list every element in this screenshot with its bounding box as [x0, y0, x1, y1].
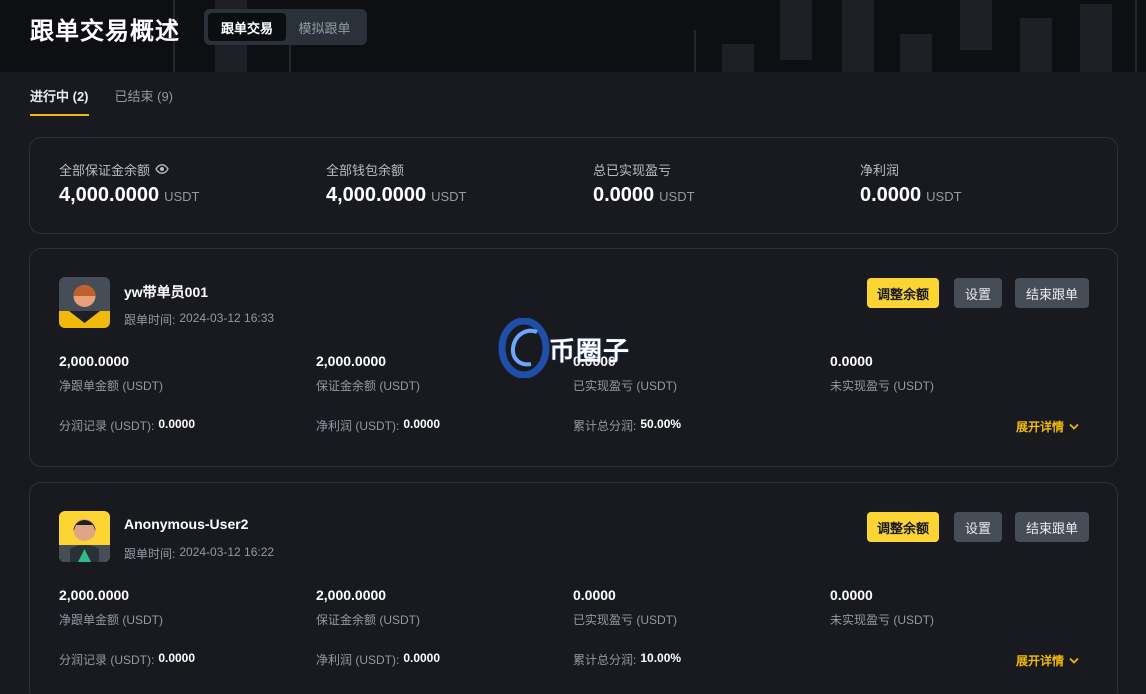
detail-total-profit-share: 累计总分润: 10.00%: [573, 651, 681, 668]
detail-total-profit-share: 累计总分润: 50.00%: [573, 417, 681, 434]
summary-margin-balance: 全部保证金余额 4,000.0000 USDT: [59, 160, 200, 207]
metric-label: 未实现盈亏 (USDT): [830, 379, 934, 393]
follow-time-value: 2024-03-12 16:33: [179, 311, 275, 325]
summary-unit: USDT: [659, 189, 695, 204]
detail-value: 0.0000: [403, 651, 441, 665]
detail-label: 分润记录 (USDT):: [59, 653, 155, 667]
detail-label: 累计总分润:: [573, 419, 637, 433]
eye-icon[interactable]: [155, 164, 169, 174]
summary-unit: USDT: [926, 189, 962, 204]
metric-label: 未实现盈亏 (USDT): [830, 613, 934, 627]
tab-ended[interactable]: 已结束 (9): [115, 86, 174, 116]
metric-value: 0.0000: [573, 353, 616, 369]
metric-net-copy-amount: 2,000.0000 净跟单金额 (USDT): [59, 587, 163, 628]
follow-time: 跟单时间: 2024-03-12 16:33: [124, 311, 274, 328]
mode-switch: 跟单交易 模拟跟单: [204, 9, 367, 45]
copy-trade-card: yw带单员001 跟单时间: 2024-03-12 16:33 调整余额 设置 …: [29, 248, 1118, 467]
trader-username: yw带单员001: [124, 284, 209, 300]
summary-label: 全部钱包余额: [326, 162, 405, 178]
summary-label: 净利润: [860, 162, 900, 178]
summary-value: 4,000.0000: [59, 184, 160, 206]
follow-time-label: 跟单时间:: [124, 547, 176, 561]
detail-net-profit: 净利润 (USDT): 0.0000: [316, 651, 440, 668]
metric-value: 2,000.0000: [59, 587, 130, 603]
detail-profit-share-record: 分润记录 (USDT): 0.0000: [59, 417, 195, 434]
detail-label: 分润记录 (USDT):: [59, 419, 155, 433]
copy-trade-card: Anonymous-User2 跟单时间: 2024-03-12 16:22 调…: [29, 482, 1118, 694]
metric-margin-balance: 2,000.0000 保证金余额 (USDT): [316, 587, 420, 628]
avatar: [59, 277, 110, 328]
adjust-balance-button[interactable]: 调整余额: [867, 512, 939, 542]
metric-value: 2,000.0000: [316, 353, 387, 369]
metric-label: 保证金余额 (USDT): [316, 379, 420, 393]
detail-value: 50.00%: [640, 417, 682, 431]
trader-avatar-icon: [59, 277, 110, 328]
page-title: 跟单交易概述: [30, 18, 180, 45]
end-copy-button[interactable]: 结束跟单: [1015, 278, 1089, 308]
metric-realized-pnl: 0.0000 已实现盈亏 (USDT): [573, 353, 677, 394]
summary-wallet-balance: 全部钱包余额 4,000.0000 USDT: [326, 160, 467, 207]
follow-time: 跟单时间: 2024-03-12 16:22: [124, 545, 274, 562]
detail-value: 0.0000: [403, 417, 441, 431]
metric-label: 已实现盈亏 (USDT): [573, 613, 677, 627]
metric-label: 已实现盈亏 (USDT): [573, 379, 677, 393]
summary-value: 0.0000: [860, 184, 922, 206]
metric-value: 2,000.0000: [316, 587, 387, 603]
metric-value: 0.0000: [573, 587, 616, 603]
follow-time-value: 2024-03-12 16:22: [179, 545, 275, 559]
expand-details-button[interactable]: 展开详情: [1016, 652, 1079, 669]
settings-button[interactable]: 设置: [954, 278, 1002, 308]
detail-value: 0.0000: [158, 417, 196, 431]
expand-details-label: 展开详情: [1016, 420, 1065, 434]
metric-unrealized-pnl: 0.0000 未实现盈亏 (USDT): [830, 587, 934, 628]
metric-value: 0.0000: [830, 353, 873, 369]
detail-label: 净利润 (USDT):: [316, 419, 400, 433]
avatar: [59, 511, 110, 562]
follow-time-label: 跟单时间:: [124, 313, 176, 327]
trader-username: Anonymous-User2: [124, 516, 249, 532]
chevron-down-icon: [1069, 657, 1079, 664]
metric-margin-balance: 2,000.0000 保证金余额 (USDT): [316, 353, 420, 394]
mode-copy-trading-tab[interactable]: 跟单交易: [208, 13, 286, 41]
detail-value: 0.0000: [158, 651, 196, 665]
summary-realized-pnl: 总已实现盈亏 0.0000 USDT: [593, 160, 695, 207]
detail-label: 累计总分润:: [573, 653, 637, 667]
detail-value: 10.00%: [640, 651, 682, 665]
detail-net-profit: 净利润 (USDT): 0.0000: [316, 417, 440, 434]
summary-label: 全部保证金余额: [59, 162, 151, 178]
trader-avatar-icon: [59, 511, 110, 562]
end-copy-button[interactable]: 结束跟单: [1015, 512, 1089, 542]
settings-button[interactable]: 设置: [954, 512, 1002, 542]
detail-label: 净利润 (USDT):: [316, 653, 400, 667]
summary-value: 0.0000: [593, 184, 655, 206]
metric-value: 0.0000: [830, 587, 873, 603]
status-tabs: 进行中 (2) 已结束 (9): [30, 86, 173, 116]
summary-label: 总已实现盈亏: [593, 162, 672, 178]
summary-net-profit: 净利润 0.0000 USDT: [860, 160, 962, 207]
expand-details-label: 展开详情: [1016, 654, 1065, 668]
metric-realized-pnl: 0.0000 已实现盈亏 (USDT): [573, 587, 677, 628]
tab-in-progress[interactable]: 进行中 (2): [30, 86, 89, 116]
expand-details-button[interactable]: 展开详情: [1016, 418, 1079, 435]
chevron-down-icon: [1069, 423, 1079, 430]
adjust-balance-button[interactable]: 调整余额: [867, 278, 939, 308]
metric-unrealized-pnl: 0.0000 未实现盈亏 (USDT): [830, 353, 934, 394]
summary-unit: USDT: [164, 189, 200, 204]
metric-label: 净跟单金额 (USDT): [59, 613, 163, 627]
metric-label: 保证金余额 (USDT): [316, 613, 420, 627]
metric-value: 2,000.0000: [59, 353, 130, 369]
detail-profit-share-record: 分润记录 (USDT): 0.0000: [59, 651, 195, 668]
metric-net-copy-amount: 2,000.0000 净跟单金额 (USDT): [59, 353, 163, 394]
summary-panel: 全部保证金余额 4,000.0000 USDT 全部钱包余额 4,000.000…: [29, 137, 1118, 234]
page-header: 跟单交易概述 跟单交易 模拟跟单: [0, 0, 1146, 72]
summary-unit: USDT: [431, 189, 467, 204]
metric-label: 净跟单金额 (USDT): [59, 379, 163, 393]
summary-value: 4,000.0000: [326, 184, 427, 206]
mode-demo-copy-tab[interactable]: 模拟跟单: [286, 13, 363, 41]
